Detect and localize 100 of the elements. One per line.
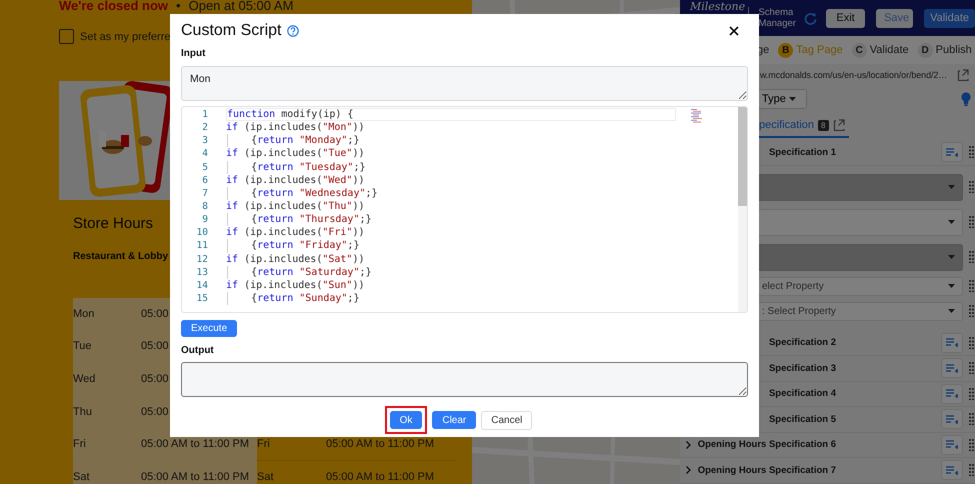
drag-handle-icon[interactable] xyxy=(969,146,974,158)
drag-handle-icon[interactable] xyxy=(969,181,974,193)
code-line: {return "Wednesday";} xyxy=(226,186,690,200)
lightbulb-icon[interactable] xyxy=(961,92,971,106)
field-label: Input xyxy=(181,48,206,60)
add-list-button[interactable] xyxy=(941,460,963,480)
table-cell: Sat xyxy=(257,460,326,484)
code-editor[interactable] xyxy=(181,106,748,313)
caret-icon xyxy=(948,185,955,189)
line-number: 13 xyxy=(196,266,208,279)
external-link-icon[interactable] xyxy=(957,69,969,81)
add-list-button[interactable] xyxy=(941,332,963,353)
code-line: {return "Friday";} xyxy=(226,239,690,253)
help-icon[interactable] xyxy=(287,25,300,37)
drag-handle-icon[interactable] xyxy=(969,251,974,263)
step-tab[interactable]: C Validate xyxy=(852,42,909,58)
code-line: {return "Thursday";} xyxy=(226,213,690,226)
drag-handle-icon[interactable] xyxy=(969,438,974,451)
header-button[interactable]: Exit xyxy=(826,8,866,28)
dialog-button[interactable]: Cancel xyxy=(481,410,532,430)
table-cell: Tue xyxy=(73,330,141,364)
select-field[interactable]: : Select Property xyxy=(757,302,963,320)
count-badge: 8 xyxy=(818,120,828,130)
chevron-icon xyxy=(686,466,691,474)
drag-handle-icon[interactable] xyxy=(969,216,974,228)
table-cell: 05:00 AM to 11:00 PM xyxy=(326,460,456,484)
type-dropdown[interactable]: Type xyxy=(757,89,807,109)
line-number: 10 xyxy=(196,226,208,240)
line-number: 7 xyxy=(201,186,208,200)
code-line: if (ip.includes("Fri")) xyxy=(226,226,366,240)
table-cell: Wed xyxy=(73,362,141,396)
add-list-button[interactable] xyxy=(941,384,963,404)
add-list-button[interactable] xyxy=(941,409,963,430)
page-url: w.mcdonalds.com/us/en-us/location/or/bend/2… xyxy=(760,70,948,80)
header-button[interactable]: Validate xyxy=(924,8,975,28)
logo: Milestone xyxy=(690,1,746,13)
line-number: 4 xyxy=(201,147,208,161)
code-line: if (ip.includes("Sat")) xyxy=(226,252,366,266)
table-cell: Mon xyxy=(73,298,141,332)
add-list-button[interactable] xyxy=(941,434,963,455)
add-list-button[interactable] xyxy=(941,142,963,162)
input-field[interactable]: Mon xyxy=(181,66,748,101)
add-list-icon xyxy=(946,364,958,373)
closed-status: We're closed now xyxy=(59,0,168,13)
caret-icon xyxy=(948,284,955,288)
external-link-icon[interactable] xyxy=(832,119,844,131)
table-cell: Fri xyxy=(73,428,141,462)
line-number: 14 xyxy=(196,278,208,292)
code-line: {return "Saturday";} xyxy=(226,266,690,279)
code-line: if (ip.includes("Wed")) xyxy=(226,174,366,187)
line-number: 5 xyxy=(201,160,208,174)
drag-handle-icon[interactable] xyxy=(969,336,974,349)
separator-dot: • xyxy=(176,0,181,13)
dialog-button[interactable]: Clear xyxy=(432,411,476,429)
line-number: 2 xyxy=(201,121,208,134)
add-list-icon xyxy=(946,414,958,424)
code-line: if (ip.includes("Tue")) xyxy=(226,147,366,161)
drag-handle-icon[interactable] xyxy=(969,388,974,400)
step-tab[interactable]: B Tag Page xyxy=(778,42,843,58)
line-number: 8 xyxy=(201,200,208,214)
dialog-button[interactable]: Ok xyxy=(390,411,422,429)
checkbox-label: Set as my preferre xyxy=(80,30,170,42)
output-field[interactable] xyxy=(181,362,748,397)
line-number: 12 xyxy=(196,252,208,266)
add-list-icon xyxy=(946,148,958,157)
caret-icon xyxy=(948,220,955,224)
line-number: 6 xyxy=(201,174,208,187)
scrollbar[interactable] xyxy=(738,107,747,312)
caret-icon xyxy=(948,309,955,313)
code-line: if (ip.includes("Sun")) xyxy=(226,278,366,292)
accordion-header[interactable]: Opening Hours Specification 7 xyxy=(680,458,975,484)
drag-handle-icon[interactable] xyxy=(969,362,974,374)
execute-button[interactable]: Execute xyxy=(181,320,238,337)
section-title: Store Hours xyxy=(73,215,154,233)
line-number: 3 xyxy=(201,134,208,148)
checkbox[interactable] xyxy=(59,29,74,44)
step-tab[interactable]: D Publish xyxy=(918,42,972,58)
line-number: 1 xyxy=(201,108,208,122)
opening-time: Open at 05:00 AM xyxy=(188,0,294,13)
table-cell: 05:00 AM to 11:00 PM xyxy=(141,460,257,484)
code-line: if (ip.includes("Thu")) xyxy=(226,200,366,214)
code-line: if (ip.includes("Mon")) xyxy=(226,121,366,134)
section-subtitle: Restaurant & Lobby xyxy=(73,251,168,263)
drag-handle-icon[interactable] xyxy=(969,280,974,292)
select-field[interactable]: elect Property xyxy=(757,276,963,296)
table-cell: Sat xyxy=(73,460,141,484)
add-list-icon xyxy=(946,440,958,450)
drag-handle-icon[interactable] xyxy=(969,464,974,476)
add-list-icon xyxy=(946,389,958,398)
dialog-title: Custom Script xyxy=(181,22,282,40)
minimap xyxy=(690,109,702,124)
caret-icon xyxy=(788,97,796,101)
drag-handle-icon[interactable] xyxy=(969,413,974,426)
accordion-header[interactable]: Opening Hours Specification 6 xyxy=(680,432,975,458)
drag-handle-icon[interactable] xyxy=(969,305,974,317)
add-list-icon xyxy=(946,466,958,475)
add-list-icon xyxy=(946,338,958,348)
chevron-icon xyxy=(686,440,691,449)
close-icon[interactable] xyxy=(729,26,739,36)
add-list-button[interactable] xyxy=(941,358,963,378)
